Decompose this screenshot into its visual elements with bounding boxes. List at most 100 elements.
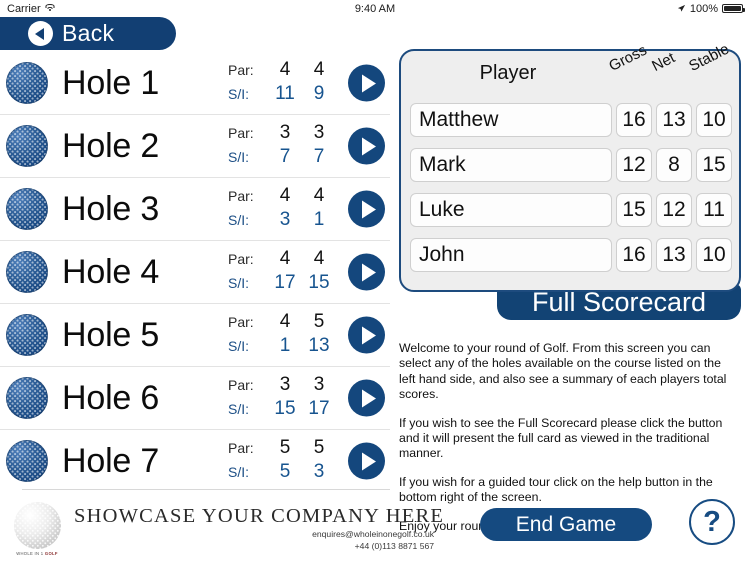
par-value-1: 3 [279,122,291,143]
hole-row[interactable]: Hole 5 Par: 4 5 S/I: 1 13 [0,304,390,367]
hole-row[interactable]: Hole 3 Par: 4 4 S/I: 3 1 [0,178,390,241]
play-arrow-icon[interactable] [348,442,385,480]
help-button[interactable]: ? [689,499,735,545]
stable-score-cell: 10 [696,237,732,272]
par-value-2: 4 [313,59,325,80]
hole-row[interactable]: Hole 4 Par: 4 4 S/I: 17 15 [0,241,390,304]
si-value-2: 15 [308,272,330,293]
info-paragraph-2: If you wish to see the Full Scorecard pl… [399,415,723,461]
net-score-cell: 8 [656,147,692,182]
gross-score-cell: 16 [616,237,652,272]
player-name-field[interactable]: Mark [410,147,612,182]
si-label: S/I: [228,275,250,291]
golf-ball-icon [6,440,48,482]
scorecard-row: Matthew 16 13 10 [401,97,739,142]
hole-si-line: S/I: 11 9 [228,83,346,107]
play-arrow-icon[interactable] [348,64,385,102]
si-value-1: 11 [275,83,295,104]
question-mark-icon: ? [703,505,721,538]
hole-row[interactable]: Hole 2 Par: 3 3 S/I: 7 7 [0,115,390,178]
gross-score-cell: 12 [616,147,652,182]
hole-par-line: Par: 4 4 [228,248,346,272]
par-value-1: 4 [279,59,291,80]
scorecard-header-stable: Stable [686,40,732,75]
hole-row[interactable]: Hole 7 Par: 5 5 S/I: 5 3 [0,430,390,487]
player-name-field[interactable]: Matthew [410,102,612,137]
hole-name-label: Hole 4 [62,252,160,291]
net-score-cell: 13 [656,237,692,272]
si-value-2: 1 [313,209,325,230]
hole-stats: Par: 4 4 S/I: 3 1 [228,185,346,233]
si-label: S/I: [228,86,250,102]
advertisement-banner[interactable]: WHOLE IN 1 GOLF SHOWCASE YOUR COMPANY HE… [0,495,443,562]
si-value-2: 7 [313,146,325,167]
hole-par-line: Par: 3 3 [228,122,346,146]
si-value-2: 9 [313,83,325,104]
par-label: Par: [228,62,254,78]
par-value-1: 4 [279,185,291,206]
par-label: Par: [228,440,254,456]
si-label: S/I: [228,149,250,165]
info-paragraph-3: If you wish for a guided tour click on t… [399,474,713,505]
si-label: S/I: [228,401,250,417]
par-value-1: 3 [279,374,291,395]
golf-ball-icon [6,314,48,356]
footer-divider [22,489,390,490]
player-name-field[interactable]: Luke [410,192,612,227]
hole-name-label: Hole 1 [62,63,160,102]
back-chevron-circle-icon [28,21,53,46]
si-label: S/I: [228,464,250,480]
hole-row[interactable]: Hole 1 Par: 4 4 S/I: 11 9 [0,52,390,115]
gross-score-cell: 16 [616,102,652,137]
ad-headline: SHOWCASE YOUR COMPANY HERE [74,505,445,527]
ad-email[interactable]: enquires@wholeinonegolf.co.uk [74,528,444,540]
golf-ball-icon [6,125,48,167]
hole-list[interactable]: Hole 1 Par: 4 4 S/I: 11 9 Hole 2 Par: 3 3 S/I: 7 7 Hol… [0,52,390,487]
par-value-2: 3 [313,122,325,143]
hole-par-line: Par: 3 3 [228,374,346,398]
hole-name-label: Hole 5 [62,315,160,354]
si-value-1: 1 [279,335,291,356]
play-arrow-icon[interactable] [348,379,385,417]
si-value-1: 17 [274,272,296,293]
hole-par-line: Par: 4 4 [228,185,346,209]
par-value-2: 5 [313,437,325,458]
play-arrow-icon[interactable] [348,127,385,165]
golf-ball-icon [6,251,48,293]
play-arrow-icon[interactable] [348,316,385,354]
hole-si-line: S/I: 15 17 [228,398,346,422]
player-name-field[interactable]: John [410,237,612,272]
hole-par-line: Par: 4 5 [228,311,346,335]
info-paragraph-1: Welcome to your round of Golf. From this… [399,341,727,402]
par-label: Par: [228,251,254,267]
golf-ball-icon [6,188,48,230]
hole-par-line: Par: 5 5 [228,437,346,461]
hole-stats: Par: 4 4 S/I: 17 15 [228,248,346,296]
ad-logo-text: WHOLE IN 1 GOLF [16,551,58,556]
ad-phone[interactable]: +44 (0)113 8871 567 [74,540,444,552]
net-score-cell: 12 [656,192,692,227]
golf-ball-icon [6,62,48,104]
back-button[interactable]: Back [0,17,176,50]
hole-row[interactable]: Hole 6 Par: 3 3 S/I: 15 17 [0,367,390,430]
scorecard-rows: Matthew 16 13 10 Mark 12 8 15 Luke 15 12 11 John 16 13… [401,97,739,277]
si-value-2: 3 [313,461,325,482]
scorecard-header-net: Net [649,49,678,75]
end-game-button[interactable]: End Game [480,508,652,541]
par-value-2: 4 [313,185,325,206]
ad-logo-text-a: WHOLE IN 1 [16,550,45,556]
scorecard-row: Mark 12 8 15 [401,142,739,187]
golf-ball-icon [6,377,48,419]
scorecard-header-player: Player [479,62,537,84]
play-arrow-icon[interactable] [348,253,385,291]
hole-si-line: S/I: 3 1 [228,209,346,233]
hole-name-label: Hole 7 [62,441,160,480]
hole-stats: Par: 5 5 S/I: 5 3 [228,437,346,485]
status-bar-time: 9:40 AM [354,2,396,15]
play-arrow-icon[interactable] [348,190,385,228]
par-value-1: 4 [279,311,291,332]
si-value-2: 13 [308,335,330,356]
scorecard-header-row: Player Gross Net Stable [401,41,739,97]
battery-full-icon [722,4,745,13]
stable-score-cell: 11 [696,192,732,227]
